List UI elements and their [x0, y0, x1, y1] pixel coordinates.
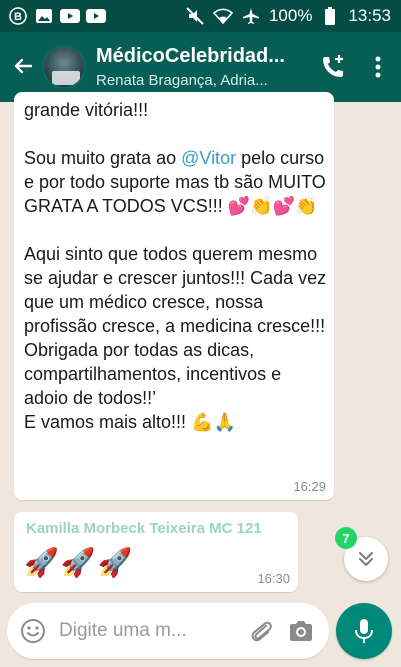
message-bubble[interactable]: grande vitória!!! Sou muito grata ao @Vi… — [14, 92, 334, 500]
youtube-icon — [60, 7, 80, 25]
smiley-icon — [21, 619, 45, 643]
chat-participants: Renata Bragança, Adria... — [96, 72, 268, 89]
paperclip-icon — [251, 621, 272, 642]
more-vert-icon — [375, 56, 381, 78]
gallery-icon — [34, 7, 54, 25]
clock: 13:53 — [348, 6, 391, 25]
emoji-button[interactable] — [7, 603, 59, 659]
heart-clap-emojis: 💕👏💕👏 — [227, 196, 318, 216]
mention-link[interactable]: @Vitor — [181, 148, 236, 168]
phone-add-icon — [323, 55, 343, 77]
message-bubble[interactable]: Kamilla Morbeck Teixeira MC 121 🚀🚀🚀 16:3… — [14, 512, 298, 592]
camera-button[interactable] — [281, 603, 321, 659]
mute-icon — [185, 7, 205, 25]
svg-text:B: B — [14, 11, 22, 23]
message-time: 16:29 — [293, 479, 326, 494]
rocket-emojis: 🚀🚀🚀 — [24, 547, 135, 578]
b-app-icon: B — [8, 7, 28, 25]
wifi-icon — [212, 7, 233, 25]
message-time: 16:30 — [257, 571, 290, 586]
system-icons: 100% 13:53 — [185, 6, 391, 26]
battery-percent: 100% — [268, 6, 313, 25]
sender-name[interactable]: Kamilla Morbeck Teixeira MC 121 — [26, 520, 262, 537]
battery-icon — [320, 7, 340, 25]
unread-count-badge: 7 — [335, 527, 357, 549]
group-avatar[interactable] — [42, 45, 86, 89]
status-bar: B 100% 13:53 — [0, 0, 401, 32]
double-chevron-down-icon — [359, 552, 373, 566]
notification-icons: B — [8, 7, 106, 25]
microphone-icon — [355, 619, 373, 643]
back-arrow-icon — [14, 58, 33, 74]
message-composer — [7, 603, 329, 659]
chat-info[interactable]: MédicoCelebridad... Renata Bragança, Adr… — [96, 45, 311, 89]
attach-button[interactable] — [241, 603, 281, 659]
muscle-pray-emojis: 💪🙏 — [191, 412, 236, 432]
overflow-menu-button[interactable] — [361, 39, 395, 95]
camera-icon — [290, 621, 312, 641]
youtube-icon — [86, 7, 106, 25]
message-text: grande vitória!!! Sou muito grata ao @Vi… — [24, 100, 331, 432]
add-call-button[interactable] — [311, 39, 355, 95]
voice-message-button[interactable] — [336, 603, 392, 659]
airplane-icon — [241, 7, 261, 25]
chat-title: MédicoCelebridad... — [96, 45, 285, 67]
message-input[interactable] — [59, 620, 241, 642]
back-button[interactable] — [2, 39, 42, 95]
